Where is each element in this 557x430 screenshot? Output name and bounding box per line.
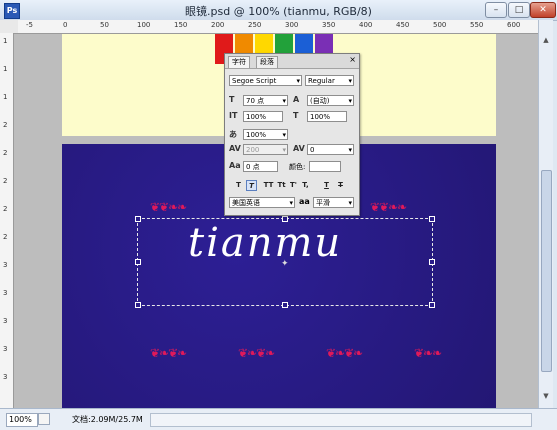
faux-italic-button[interactable]: T — [246, 180, 257, 191]
color-swatch[interactable] — [309, 161, 341, 172]
font-size-icon: T — [229, 95, 235, 104]
ornament-top-left: ❦❦❧❧ — [150, 200, 187, 214]
ruler-tick-label: 1 — [3, 37, 8, 45]
vertical-ruler[interactable]: 1 1 1 2 2 2 2 2 3 3 3 3 3 — [0, 33, 14, 408]
ruler-tick-label: 0 — [63, 21, 68, 29]
panel-header: 字符 段落 × — [225, 54, 359, 69]
status-bar: 100% 文档:2.09M/25.7M — [0, 408, 557, 430]
font-family-select[interactable]: Segoe Script — [229, 75, 302, 86]
text-bounding-box[interactable]: ✦ — [135, 216, 435, 308]
ruler-tick-label: 250 — [248, 21, 262, 29]
ornament-bottom-3: ❦❧❦❧ — [326, 346, 363, 360]
kerning-field[interactable]: 200 — [243, 144, 288, 155]
ruler-tick-label: 200 — [211, 21, 225, 29]
color-label: 颜色: — [289, 163, 306, 171]
transform-handle[interactable] — [282, 302, 288, 308]
ruler-tick-label: 3 — [3, 289, 8, 297]
leading-icon: A — [293, 95, 300, 104]
center-point-icon: ✦ — [281, 259, 289, 269]
ruler-tick-label: 450 — [396, 21, 410, 29]
ruler-tick-label: -5 — [26, 21, 33, 29]
baseline-shift-icon: Aa — [229, 161, 241, 170]
ruler-tick-label: 150 — [174, 21, 188, 29]
ornament-top-right: ❦❦❧❧ — [370, 200, 407, 214]
ruler-tick-label: 2 — [3, 177, 8, 185]
transform-handle[interactable] — [135, 216, 141, 222]
ruler-tick-label: 500 — [433, 21, 447, 29]
ruler-tick-label: 2 — [3, 233, 8, 241]
ruler-tick-label: 3 — [3, 261, 8, 269]
title-bar: Ps 眼镜.psd @ 100% (tianmu, RGB/8) – □ ✕ — [0, 0, 557, 21]
transform-handle[interactable] — [429, 216, 435, 222]
baseline-shift-field[interactable]: 0 点 — [243, 161, 278, 172]
scroll-down-icon[interactable]: ▼ — [541, 392, 551, 402]
ruler-origin[interactable] — [0, 20, 19, 34]
faux-bold-button[interactable]: T — [233, 180, 244, 191]
scrollbar-thumb[interactable] — [541, 170, 552, 372]
subscript-button[interactable]: T, — [300, 180, 311, 191]
transform-handle[interactable] — [429, 302, 435, 308]
superscript-button[interactable]: T' — [288, 180, 299, 191]
vertical-scrollbar[interactable]: ▲ ▼ — [538, 20, 553, 408]
antialias-select[interactable]: 平滑 — [313, 197, 354, 208]
ornament-bottom-2: ❦❧❦❧ — [238, 346, 275, 360]
ruler-tick-label: 400 — [359, 21, 373, 29]
ruler-tick-label: 1 — [3, 65, 8, 73]
ruler-tick-label: 300 — [285, 21, 299, 29]
all-caps-button[interactable]: TT — [263, 180, 274, 191]
ornament-bottom-1: ❦❧❦❧ — [150, 346, 187, 360]
language-select[interactable]: 美国英语 — [229, 197, 295, 208]
ruler-tick-label: 2 — [3, 205, 8, 213]
tracking-icon: AV — [293, 144, 305, 153]
horizontal-scale-icon: T — [293, 111, 299, 120]
zoom-field[interactable]: 100% — [6, 413, 38, 427]
strikethrough-button[interactable]: T — [335, 180, 346, 191]
character-panel: 字符 段落 × Segoe Script Regular T 70 点 A (自… — [224, 53, 360, 216]
status-menu-icon[interactable] — [38, 413, 50, 425]
tracking-field[interactable]: 0 — [307, 144, 354, 155]
font-size-field[interactable]: 70 点 — [243, 95, 288, 106]
tsume-field[interactable]: 100% — [243, 129, 288, 140]
ruler-tick-label: 100 — [137, 21, 151, 29]
ornament-bottom-4: ❦❧❧ — [414, 346, 442, 360]
vertical-scale-icon: IT — [229, 111, 238, 120]
ruler-tick-label: 600 — [507, 21, 521, 29]
tab-paragraph[interactable]: 段落 — [256, 56, 278, 68]
transform-handle[interactable] — [135, 259, 141, 265]
ruler-tick-label: 3 — [3, 373, 8, 381]
transform-handle[interactable] — [135, 302, 141, 308]
ruler-tick-label: 550 — [470, 21, 484, 29]
small-caps-button[interactable]: Tt — [276, 180, 287, 191]
font-style-select[interactable]: Regular — [305, 75, 354, 86]
close-button[interactable]: ✕ — [530, 2, 556, 18]
kerning-icon: AV — [229, 144, 241, 153]
window-title: 眼镜.psd @ 100% (tianmu, RGB/8) — [185, 5, 372, 18]
panel-close-icon[interactable]: × — [349, 55, 356, 64]
transform-handle[interactable] — [429, 259, 435, 265]
tab-character[interactable]: 字符 — [228, 56, 250, 68]
ruler-tick-label: 2 — [3, 149, 8, 157]
underline-button[interactable]: T — [321, 180, 332, 191]
document-size-info[interactable]: 文档:2.09M/25.7M — [72, 414, 143, 425]
ruler-tick-label: 3 — [3, 345, 8, 353]
horizontal-scale-field[interactable]: 100% — [307, 111, 347, 122]
scroll-up-icon[interactable]: ▲ — [541, 36, 551, 46]
maximize-button[interactable]: □ — [508, 2, 530, 18]
transform-handle[interactable] — [282, 216, 288, 222]
tsume-icon: あ — [229, 130, 237, 139]
ruler-tick-label: 50 — [100, 21, 109, 29]
antialias-icon: aa — [299, 197, 310, 206]
vertical-scale-field[interactable]: 100% — [243, 111, 283, 122]
horizontal-scrollbar[interactable] — [150, 413, 532, 427]
ruler-tick-label: 350 — [322, 21, 336, 29]
minimize-button[interactable]: – — [485, 2, 507, 18]
horizontal-ruler[interactable]: -5 0 50 100 150 200 250 300 350 400 450 500 550 600 — [18, 20, 538, 34]
ruler-tick-label: 3 — [3, 317, 8, 325]
leading-field[interactable]: (自动) — [307, 95, 354, 106]
ruler-tick-label: 1 — [3, 93, 8, 101]
ruler-tick-label: 2 — [3, 121, 8, 129]
